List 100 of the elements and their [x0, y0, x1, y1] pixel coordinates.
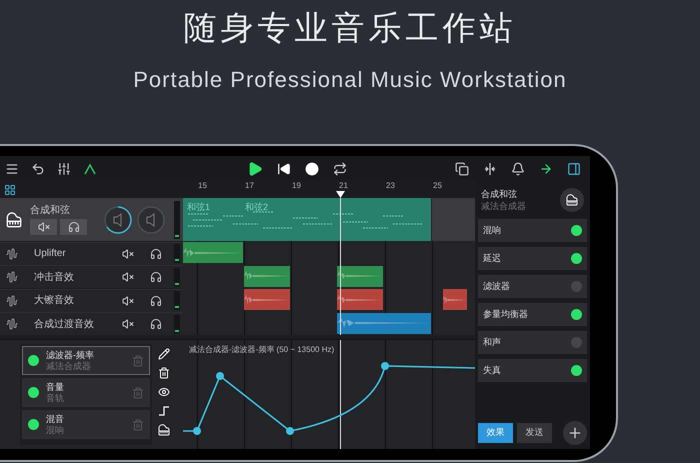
step-icon[interactable] — [158, 405, 170, 417]
split-icon[interactable] — [483, 162, 497, 176]
piano-icon — [566, 194, 578, 206]
volume-knob[interactable] — [103, 204, 133, 234]
grid-icon[interactable] — [4, 184, 16, 196]
play-icon[interactable] — [247, 160, 263, 176]
headphones-icon[interactable] — [150, 318, 162, 330]
level-meter — [174, 200, 180, 238]
audio-clip[interactable] — [337, 266, 383, 286]
instrument-name: 合成和弦 — [481, 188, 518, 200]
automation-source: 混响 — [46, 424, 64, 436]
headphones-icon — [68, 220, 80, 232]
skip-back-icon[interactable] — [277, 162, 291, 176]
track-name: 合成和弦 — [30, 204, 71, 216]
track-header[interactable]: 大镲音效 — [0, 288, 183, 312]
eye-icon[interactable] — [158, 386, 170, 398]
effect-name: 混响 — [483, 224, 501, 237]
panel-icon[interactable] — [567, 162, 581, 176]
clip-label: 和弦2 — [245, 201, 268, 214]
effect-item[interactable]: 滤波器 — [478, 275, 587, 298]
effect-name: 失真 — [483, 364, 501, 377]
instrument-type: 减法合成器 — [481, 200, 526, 212]
bar-number: 15 — [198, 181, 207, 190]
waveform-icon — [6, 294, 18, 306]
copy-icon[interactable] — [455, 162, 469, 176]
track-header[interactable]: 冲击音效 — [0, 265, 183, 288]
automation-item[interactable]: 音量 音轨 — [22, 378, 150, 407]
level-meter — [174, 244, 180, 263]
pan-knob[interactable] — [136, 204, 166, 234]
solo-button[interactable] — [60, 218, 87, 234]
headphones-icon[interactable] — [150, 294, 162, 306]
hero-title: 随身专业音乐工作站 — [184, 8, 516, 48]
effect-item[interactable]: 延迟 — [478, 247, 587, 270]
waveform-icon — [6, 318, 18, 330]
track-name: Uplifter — [34, 247, 67, 261]
effect-name: 参量均衡器 — [483, 308, 528, 321]
bar-number: 21 — [339, 181, 348, 190]
track-header[interactable]: 合成过渡音效 — [0, 312, 183, 335]
automation-name: 滤波器-频率 — [46, 350, 94, 360]
hero-subtitle: Portable Professional Music Workstation — [133, 66, 567, 94]
delete-icon[interactable] — [158, 367, 170, 379]
level-meter — [174, 268, 180, 286]
effect-name: 和声 — [483, 336, 501, 349]
waveform-icon — [6, 271, 18, 283]
headphones-icon[interactable] — [150, 248, 162, 260]
automation-source: 音轨 — [46, 392, 64, 404]
piano-icon[interactable] — [158, 424, 170, 436]
effect-name: 滤波器 — [483, 280, 510, 293]
mute-icon — [38, 220, 50, 232]
headphones-icon[interactable] — [150, 271, 162, 283]
instrument-button[interactable] — [560, 188, 584, 212]
midi-clip[interactable] — [183, 198, 431, 241]
track-name: 冲击音效 — [34, 270, 75, 284]
bar-number: 17 — [245, 181, 254, 190]
effect-item[interactable]: 参量均衡器 — [478, 303, 587, 326]
mute-icon[interactable] — [122, 318, 134, 330]
pencil-icon[interactable] — [158, 348, 170, 360]
track-header[interactable]: Uplifter — [0, 242, 183, 264]
effect-item[interactable]: 失真 — [478, 359, 587, 382]
menu-icon[interactable] — [5, 162, 19, 176]
effect-name: 延迟 — [483, 252, 501, 265]
audio-clip[interactable] — [183, 242, 243, 263]
automation-name: 混音 — [46, 414, 64, 424]
plus-icon — [567, 425, 583, 441]
audio-clip[interactable] — [244, 266, 290, 286]
audio-clip[interactable] — [337, 289, 383, 310]
loop-icon[interactable] — [333, 162, 347, 176]
mute-button[interactable] — [30, 218, 57, 234]
bar-number: 23 — [386, 181, 395, 190]
clip-label: 和弦1 — [187, 201, 210, 214]
arrow-icon[interactable] — [539, 162, 553, 176]
graph-title: 减法合成器-滤波器-频率 (50 ~ 13500 Hz) — [189, 344, 334, 356]
track-header[interactable]: 合成和弦 — [0, 198, 183, 241]
audio-clip[interactable] — [244, 289, 290, 310]
audio-clip[interactable] — [443, 289, 467, 310]
audio-clip[interactable] — [337, 312, 431, 334]
bar-number: 25 — [433, 181, 442, 190]
piano-icon — [6, 212, 22, 228]
automation-item[interactable]: 滤波器-频率 减法合成器 — [22, 346, 150, 375]
level-meter — [174, 314, 180, 334]
mute-icon[interactable] — [122, 248, 134, 260]
mixer-icon[interactable] — [57, 162, 71, 176]
automation-name: 音量 — [46, 382, 64, 392]
effect-item[interactable]: 和声 — [478, 331, 587, 354]
mute-icon[interactable] — [122, 294, 134, 306]
panel-tab[interactable]: 发送 — [517, 423, 552, 443]
automation-graph[interactable]: 减法合成器-滤波器-频率 (50 ~ 13500 Hz) — [183, 340, 475, 449]
automation-source: 减法合成器 — [46, 360, 92, 372]
bar-number: 19 — [292, 181, 301, 190]
effect-item[interactable]: 混响 — [478, 219, 587, 242]
automation-item[interactable]: 混音 混响 — [22, 410, 150, 439]
add-button[interactable] — [563, 421, 587, 445]
record-icon[interactable] — [305, 162, 319, 176]
undo-icon[interactable] — [31, 162, 45, 176]
automation-icon[interactable] — [83, 162, 97, 176]
mute-icon[interactable] — [122, 271, 134, 283]
track-name: 合成过渡音效 — [34, 318, 95, 332]
track-name: 大镲音效 — [34, 294, 75, 308]
waveform-icon — [6, 248, 18, 260]
level-meter — [174, 291, 180, 310]
